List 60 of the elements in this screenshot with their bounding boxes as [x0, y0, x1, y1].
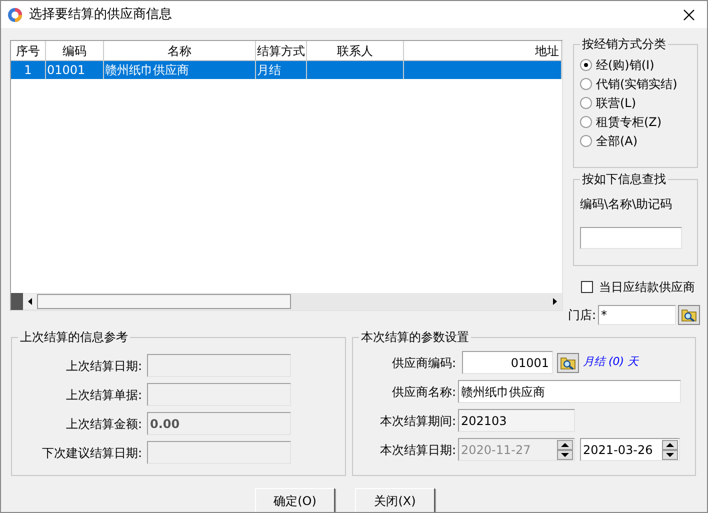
- field-label: 上次结算日期:: [64, 358, 143, 374]
- search-button[interactable]: [557, 352, 579, 372]
- store-field[interactable]: *: [598, 305, 676, 325]
- readonly-field[interactable]: [147, 383, 291, 406]
- table-cell-text: 月结: [257, 62, 281, 79]
- table-cell-text: 赣州纸巾供应商: [105, 62, 189, 79]
- horizontal-scrollbar[interactable]: [11, 293, 562, 310]
- field-label: 供应商编码:: [390, 354, 457, 372]
- settlement-hint: 月结 (0) 天: [583, 354, 639, 370]
- column-header[interactable]: 联系人: [307, 41, 404, 60]
- app-logo-icon: [7, 6, 23, 22]
- field-label: 供应商名称:: [390, 384, 457, 400]
- field-label: 上次结算单据:: [64, 386, 143, 404]
- radio-option[interactable]: 经(购)销(I): [580, 57, 697, 73]
- column-header[interactable]: 结算方式: [256, 41, 307, 60]
- radio-button[interactable]: [580, 116, 592, 128]
- group-title: 本次结算的参数设置: [359, 329, 471, 345]
- column-header[interactable]: 编码: [46, 41, 104, 60]
- column-header[interactable]: 地址: [404, 41, 562, 60]
- column-header[interactable]: 名称: [104, 41, 256, 60]
- table-row[interactable]: 1 01001 赣州纸巾供应商 月结: [11, 61, 562, 79]
- spin-buttons[interactable]: [662, 440, 678, 460]
- field-label: 本次结算日期:: [378, 442, 457, 458]
- dialog-button[interactable]: 确定(O): [255, 488, 335, 512]
- radio-option[interactable]: 联营(L): [580, 95, 697, 111]
- due-today-checkbox[interactable]: 当日应结款供应商: [573, 278, 698, 296]
- date-field[interactable]: 2021-03-26: [580, 438, 680, 461]
- field-label: 本次结算期间:: [378, 412, 457, 430]
- search-label: 编码\名称\助记码: [580, 196, 674, 213]
- window-title: 选择要结算的供应商信息: [29, 6, 173, 24]
- radio-button[interactable]: [580, 135, 592, 147]
- text-field[interactable]: 202103: [458, 409, 575, 432]
- radio-button[interactable]: [580, 78, 592, 90]
- table-cell-text: 01001: [47, 62, 86, 79]
- search-field[interactable]: [580, 227, 682, 249]
- readonly-field[interactable]: [147, 441, 291, 464]
- folder-search-icon: [560, 356, 576, 370]
- group-title: 上次结算的信息参考: [18, 329, 130, 345]
- text-field[interactable]: 赣州纸巾供应商: [458, 380, 681, 403]
- folder-search-icon: [681, 308, 698, 322]
- close-icon: [683, 8, 695, 20]
- field-label: 上次结算金额:: [64, 416, 143, 432]
- supplier-code-field[interactable]: 01001: [462, 351, 553, 374]
- radio-button[interactable]: [580, 59, 592, 71]
- readonly-field[interactable]: 0.00: [147, 412, 291, 435]
- radio-option[interactable]: 租赁专柜(Z): [580, 114, 697, 130]
- scrollbar-thumb[interactable]: [37, 294, 291, 309]
- column-header[interactable]: 序号: [11, 41, 46, 60]
- store-label: 门店:: [568, 307, 596, 324]
- readonly-field[interactable]: [147, 354, 291, 377]
- field-label: 下次建议结算日期:: [40, 444, 143, 462]
- table-cell-text: 1: [24, 62, 32, 79]
- group-title: 按如下信息查找: [580, 171, 668, 187]
- radio-option[interactable]: 代销(实销实结): [580, 76, 697, 92]
- group-title: 按经销方式分类: [580, 36, 668, 52]
- search-button[interactable]: [678, 305, 700, 325]
- scrollbar-corner: [11, 293, 23, 310]
- radio-button[interactable]: [580, 97, 592, 109]
- dialog-button[interactable]: 关闭(X): [355, 488, 435, 512]
- radio-option[interactable]: 全部(A): [580, 133, 697, 149]
